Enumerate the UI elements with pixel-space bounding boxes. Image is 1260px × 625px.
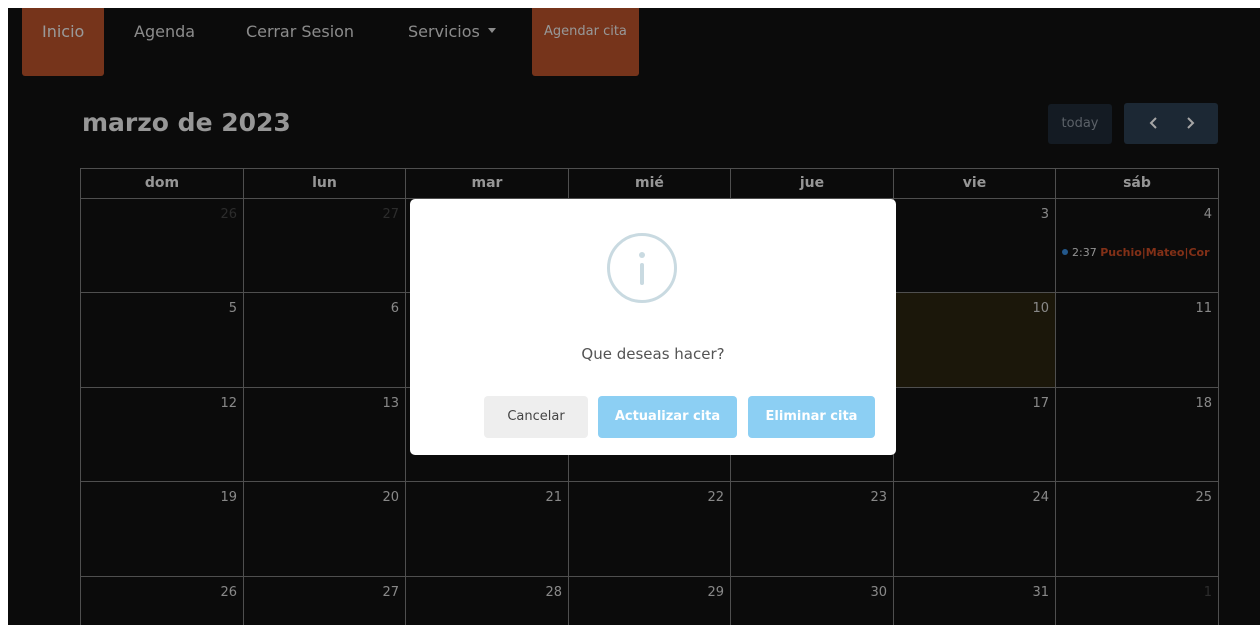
dialog-message: Que deseas hacer? [581,345,725,363]
delete-appointment-button[interactable]: Eliminar cita [748,396,875,438]
cancel-button[interactable]: Cancelar [484,396,588,438]
info-icon [607,233,677,303]
update-appointment-button[interactable]: Actualizar cita [598,396,737,438]
app: Inicio Agenda Cerrar Sesion Servicios Ag… [8,8,1260,625]
action-dialog: Que deseas hacer? Cancelar Actualizar ci… [410,199,896,455]
